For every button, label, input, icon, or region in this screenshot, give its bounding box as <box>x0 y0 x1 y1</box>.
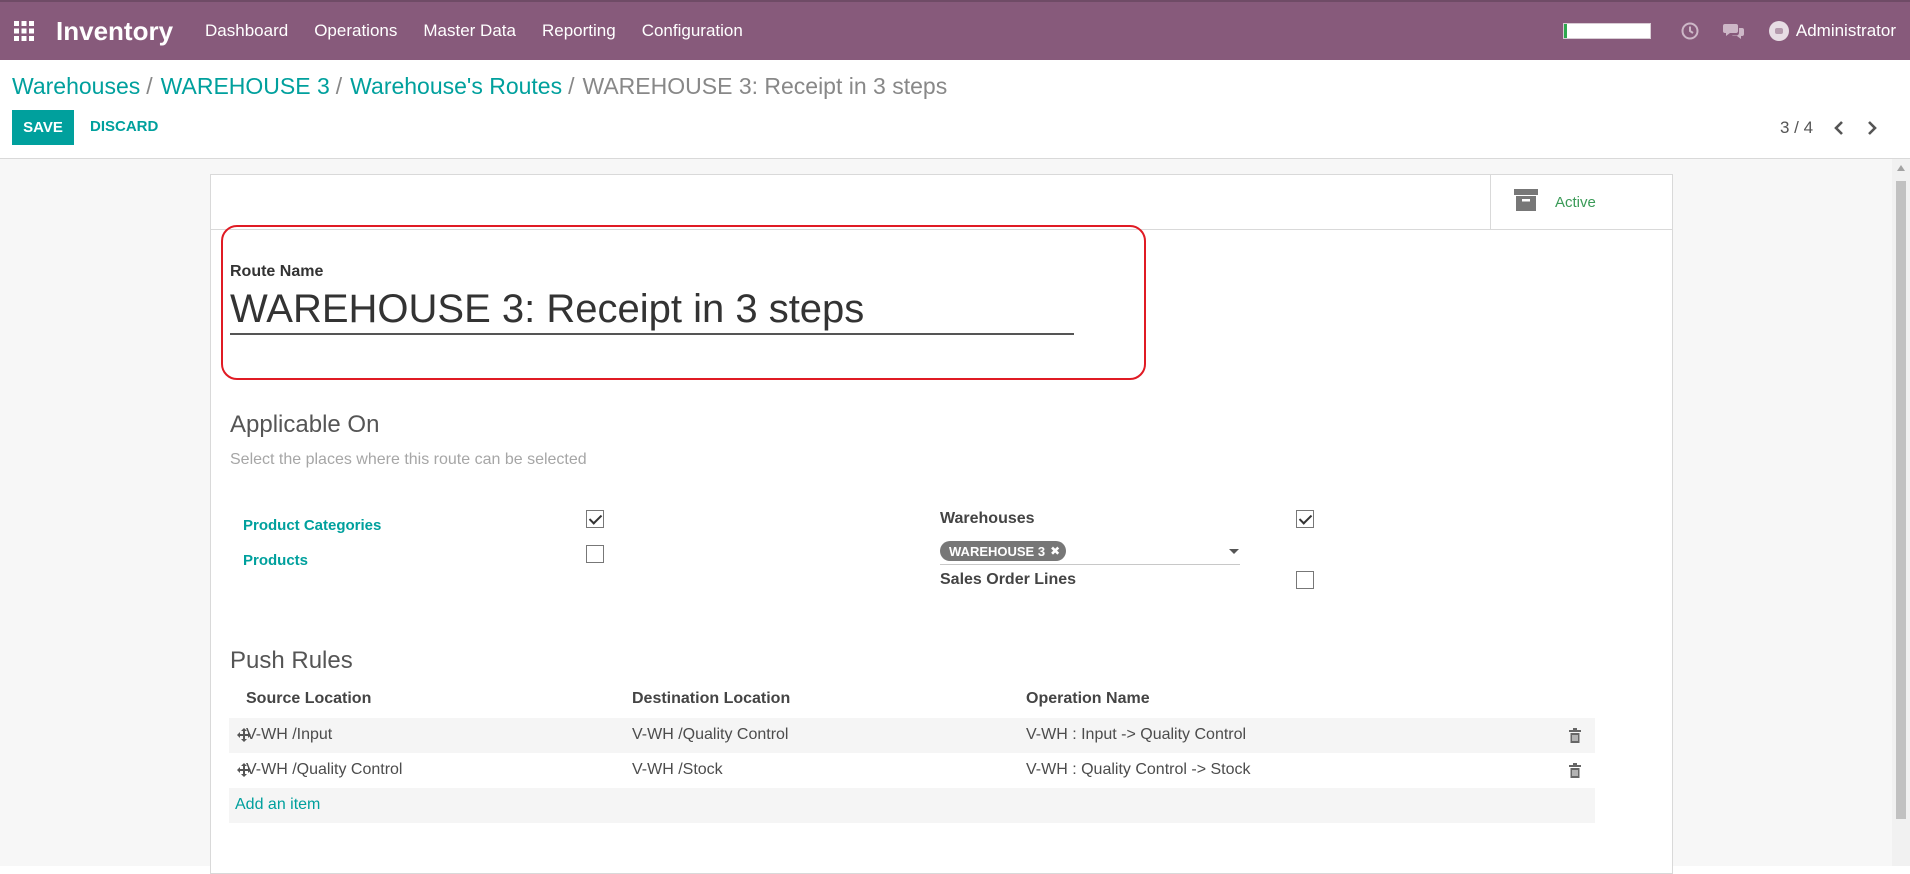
discard-button[interactable]: DISCARD <box>90 118 158 135</box>
menu-master-data[interactable]: Master Data <box>423 21 516 41</box>
breadcrumb-separator: / <box>568 73 575 99</box>
row-destination-location: V-WH /Stock <box>632 761 723 778</box>
add-an-item-link[interactable]: Add an item <box>235 796 320 814</box>
scrollbar-thumb[interactable] <box>1896 181 1906 819</box>
route-name-label: Route Name <box>230 263 324 280</box>
scroll-up-arrow-icon[interactable] <box>1897 165 1905 171</box>
trash-icon[interactable] <box>1569 728 1581 748</box>
breadcrumb-current: WAREHOUSE 3: Receipt in 3 steps <box>582 73 948 99</box>
active-label: Active <box>1555 194 1596 211</box>
row-operation-name: V-WH : Quality Control -> Stock <box>1026 761 1251 778</box>
progress-fill <box>1563 24 1568 38</box>
top-navbar: Inventory Dashboard Operations Master Da… <box>0 0 1910 60</box>
push-rules-title: Push Rules <box>230 647 353 674</box>
save-button[interactable]: SAVE <box>12 110 74 145</box>
warehouse-tag-label: WAREHOUSE 3 <box>949 543 1046 559</box>
product-categories-label[interactable]: Product Categories <box>243 517 381 534</box>
menu-configuration[interactable]: Configuration <box>642 21 743 41</box>
user-menu[interactable]: Administrator <box>1768 21 1896 41</box>
pager-value[interactable]: 3 / 4 <box>1780 118 1813 138</box>
breadcrumb-separator: / <box>146 73 153 99</box>
warehouses-checkbox[interactable] <box>1296 510 1314 528</box>
products-checkbox[interactable] <box>586 545 604 563</box>
chevron-left-icon[interactable] <box>1829 118 1849 138</box>
breadcrumb-warehouses[interactable]: Warehouses <box>12 73 140 100</box>
onboarding-progress-bar[interactable] <box>1562 23 1651 39</box>
archive-icon <box>1513 187 1539 218</box>
clock-icon[interactable] <box>1681 22 1699 40</box>
tag-remove-icon[interactable]: ✖ <box>1050 544 1060 558</box>
smart-button-box: Active <box>211 175 1672 230</box>
avatar-icon <box>1768 21 1789 41</box>
trash-icon[interactable] <box>1569 763 1581 783</box>
column-destination-location[interactable]: Destination Location <box>632 690 790 708</box>
add-item-row: Add an item <box>229 788 1595 823</box>
menu-reporting[interactable]: Reporting <box>542 21 616 41</box>
navbar-systray: Administrator <box>1562 2 1896 60</box>
app-brand[interactable]: Inventory <box>56 16 173 47</box>
applicable-on-hint: Select the places where this route can b… <box>230 451 587 468</box>
table-row[interactable]: V-WH /Input V-WH /Quality Control V-WH :… <box>229 718 1595 753</box>
active-toggle-button[interactable]: Active <box>1490 175 1672 230</box>
push-rules-table-header: Source Location Destination Location Ope… <box>229 686 1595 714</box>
route-name-input[interactable] <box>230 285 1074 335</box>
vertical-scrollbar[interactable] <box>1892 159 1910 866</box>
applicable-on-title: Applicable On <box>230 411 380 438</box>
row-source-location: V-WH /Quality Control <box>246 761 403 778</box>
row-operation-name: V-WH : Input -> Quality Control <box>1026 726 1247 743</box>
product-categories-checkbox[interactable] <box>586 510 604 528</box>
column-source-location[interactable]: Source Location <box>246 690 371 708</box>
dropdown-caret-icon[interactable] <box>1229 549 1239 554</box>
menu-operations[interactable]: Operations <box>314 21 397 41</box>
sales-order-lines-label: Sales Order Lines <box>940 571 1077 588</box>
warehouse-tag: WAREHOUSE 3 ✖ <box>940 541 1067 561</box>
menu-dashboard[interactable]: Dashboard <box>205 21 288 41</box>
breadcrumb-warehouse-routes[interactable]: Warehouse's Routes <box>350 73 562 100</box>
warehouses-label: Warehouses <box>940 510 1035 527</box>
chevron-right-icon[interactable] <box>1862 118 1882 138</box>
sales-order-lines-checkbox[interactable] <box>1296 571 1314 589</box>
row-source-location: V-WH /Input <box>246 726 333 743</box>
apps-grid-icon[interactable] <box>11 18 37 44</box>
breadcrumb: Warehouses / WAREHOUSE 3 / Warehouse's R… <box>12 73 947 100</box>
breadcrumb-separator: / <box>335 73 343 99</box>
products-label[interactable]: Products <box>243 552 308 569</box>
user-name: Administrator <box>1795 21 1896 40</box>
table-row[interactable]: V-WH /Quality Control V-WH /Stock V-WH :… <box>229 753 1595 788</box>
column-operation-name[interactable]: Operation Name <box>1026 690 1150 708</box>
row-destination-location: V-WH /Quality Control <box>632 726 789 743</box>
warehouses-many2many-field[interactable]: WAREHOUSE 3 ✖ <box>940 539 1240 565</box>
breadcrumb-warehouse-3[interactable]: WAREHOUSE 3 <box>161 73 330 100</box>
chat-icon[interactable] <box>1722 22 1745 40</box>
form-sheet: Active Route Name Applicable On Select t… <box>210 174 1673 874</box>
